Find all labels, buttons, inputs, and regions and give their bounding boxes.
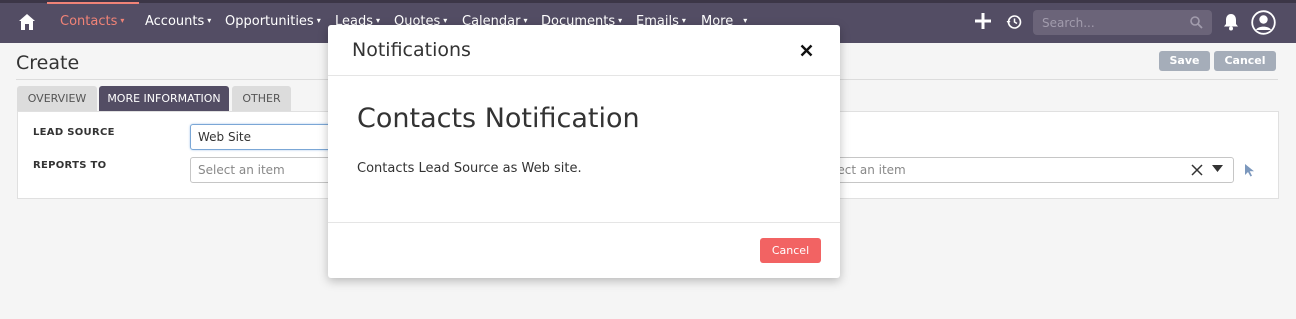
notifications-modal: Notifications Contacts Notification Cont… xyxy=(328,25,840,278)
modal-cancel-button[interactable]: Cancel xyxy=(760,238,821,263)
close-icon[interactable] xyxy=(800,44,813,57)
modal-footer-divider xyxy=(328,222,840,223)
modal-header-divider xyxy=(328,75,840,76)
notification-message: Contacts Lead Source as Web site. xyxy=(357,161,582,176)
modal-title: Notifications xyxy=(352,39,471,61)
notification-heading: Contacts Notification xyxy=(357,103,640,134)
